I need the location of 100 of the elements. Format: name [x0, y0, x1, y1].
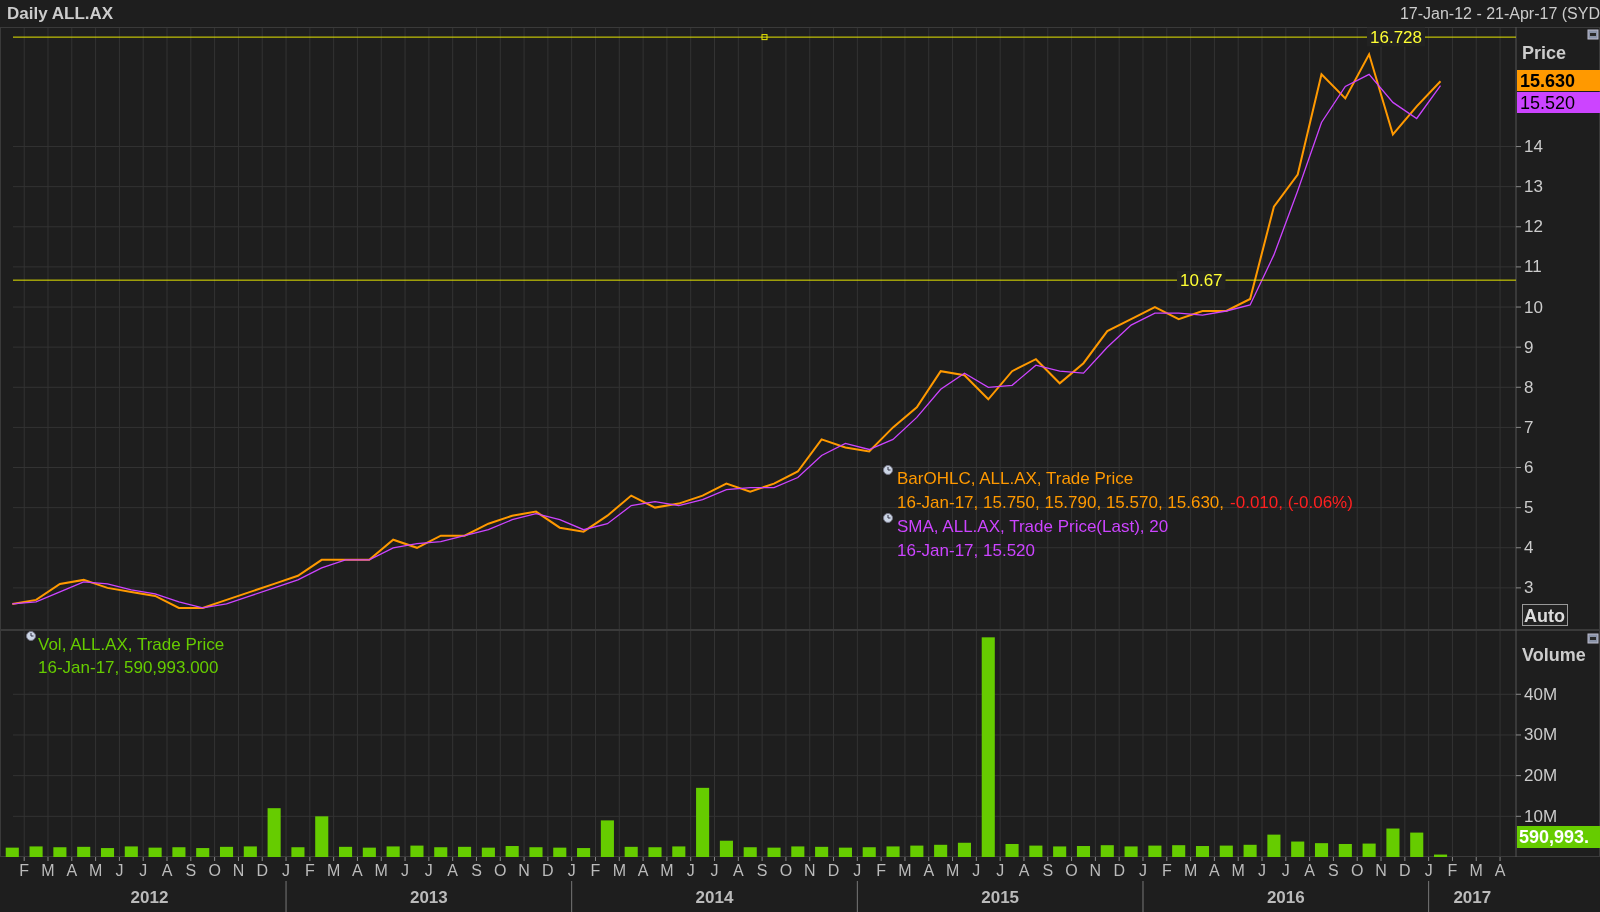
- volume-bar: [339, 846, 353, 857]
- month-label: A: [733, 862, 744, 879]
- legend-values: 16-Jan-17, 15.750, 15.790, 15.570, 15.630,: [897, 493, 1225, 512]
- volume-axis-title: Volume: [1522, 645, 1586, 665]
- clock-icon[interactable]: [26, 631, 36, 641]
- month-label: J: [972, 862, 981, 879]
- month-label: N: [518, 862, 530, 879]
- line-value-label: 10.67: [1180, 270, 1223, 290]
- price-axis-label: 10: [1524, 297, 1543, 317]
- horizontal-line[interactable]: [12, 36, 1517, 38]
- volume-bar: [172, 847, 186, 857]
- month-label: J: [686, 862, 695, 879]
- month-label: M: [374, 862, 388, 879]
- horizontal-line[interactable]: [12, 279, 1517, 281]
- month-label: M: [1183, 862, 1198, 879]
- volume-bar: [791, 846, 805, 857]
- volume-bar: [553, 847, 567, 857]
- legend-change: -0.010, (-0.06%): [1230, 493, 1353, 512]
- pane-button-icon[interactable]: [1587, 29, 1599, 40]
- volume-axis-label: 20M: [1524, 766, 1558, 786]
- volume-bar: [434, 847, 448, 857]
- volume-bar: [124, 846, 138, 857]
- volume-bar: [1195, 846, 1210, 857]
- volume-bar: [386, 846, 400, 857]
- legend-heading: BarOHLC, ALL.AX, Trade Price: [897, 469, 1134, 488]
- month-label: A: [923, 862, 935, 879]
- month-label: D: [1399, 862, 1411, 879]
- line-handle[interactable]: [761, 34, 768, 41]
- month-label: J: [282, 862, 291, 879]
- year-label: 2017: [1453, 888, 1492, 907]
- month-label: N: [803, 862, 816, 879]
- month-label: N: [1089, 862, 1102, 879]
- month-label: O: [1351, 862, 1364, 879]
- month-label: M: [327, 862, 341, 879]
- price-tag: 15.520: [1517, 92, 1600, 113]
- month-label: M: [898, 862, 912, 879]
- month-label: F: [1447, 862, 1458, 879]
- auto-button[interactable]: Auto: [1522, 604, 1568, 626]
- volume-bar: [267, 808, 281, 857]
- month-label: A: [1494, 862, 1506, 879]
- month-label: J: [139, 862, 148, 879]
- month-label: A: [1209, 862, 1220, 879]
- price-axis-label: 12: [1524, 217, 1543, 237]
- month-label: D: [542, 862, 554, 879]
- volume-bar: [1053, 846, 1067, 857]
- volume-bar: [862, 847, 876, 857]
- volume-bar: [315, 816, 329, 857]
- date-range: 17-Jan-12 - 21-Apr-17 (SYD: [1399, 3, 1600, 24]
- volume-bar: [1172, 845, 1186, 857]
- volume-axis-label: 40M: [1524, 684, 1558, 704]
- volume-bar: [934, 844, 948, 857]
- volume-bar: [886, 846, 900, 857]
- month-label: F: [304, 862, 315, 879]
- month-label: J: [424, 862, 433, 879]
- clock-icon[interactable]: [883, 465, 893, 475]
- year-label: 2013: [409, 888, 448, 907]
- price-axis-label: 7: [1524, 417, 1534, 437]
- month-label: M: [945, 862, 960, 879]
- line-value-label: 16.728: [1370, 27, 1422, 47]
- price-axis-label: 4: [1524, 538, 1534, 558]
- volume-bar: [5, 847, 19, 857]
- month-label: A: [66, 862, 78, 879]
- volume-bar: [815, 846, 829, 857]
- month-label: S: [471, 862, 482, 879]
- price-axis-label: 3: [1524, 578, 1534, 598]
- month-label: J: [710, 862, 719, 879]
- clock-icon[interactable]: [883, 513, 893, 523]
- year-label: 2015: [981, 888, 1020, 907]
- year-label: 2016: [1266, 888, 1305, 907]
- volume-bar: [291, 847, 305, 857]
- volume-bar: [1386, 828, 1400, 857]
- month-label: N: [232, 862, 245, 879]
- month-label: F: [19, 862, 30, 879]
- month-label: O: [208, 862, 221, 879]
- chart-title: Daily ALL.AX: [7, 2, 114, 25]
- volume-bar: [1219, 845, 1233, 857]
- pane-button-icon[interactable]: [1587, 633, 1599, 644]
- month-label: J: [567, 862, 576, 879]
- month-label: F: [876, 862, 887, 879]
- month-label: A: [352, 862, 363, 879]
- volume-bar: [767, 847, 781, 857]
- month-label: A: [637, 862, 649, 879]
- year-label: 2014: [695, 888, 734, 907]
- volume-tag: 590,993.: [1517, 826, 1600, 848]
- month-label: M: [660, 862, 674, 879]
- volume-bar: [77, 846, 91, 857]
- volume-bar: [1338, 844, 1352, 857]
- month-label: J: [1281, 862, 1290, 879]
- price-axis-label: 13: [1524, 177, 1543, 197]
- volume-bar: [1267, 834, 1281, 857]
- volume-bar: [1314, 843, 1329, 857]
- volume-bar: [481, 847, 495, 857]
- month-label: O: [494, 862, 507, 879]
- month-label: M: [1469, 862, 1483, 879]
- price-axis-label: 6: [1524, 458, 1534, 477]
- month-label: J: [996, 862, 1005, 879]
- month-label: J: [1424, 862, 1433, 879]
- month-label: J: [115, 862, 124, 879]
- volume-bar: [672, 846, 686, 857]
- volume-bar: [1005, 844, 1019, 857]
